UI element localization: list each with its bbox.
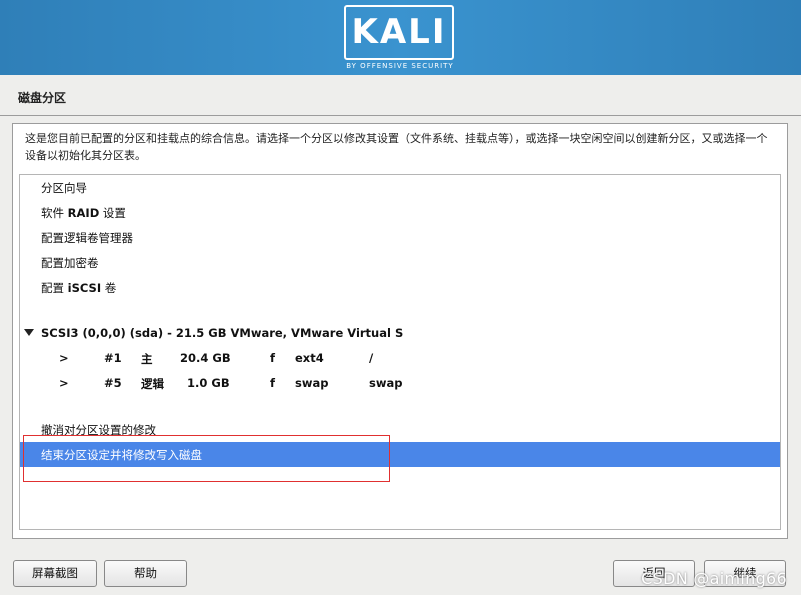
highlight-annotation-box bbox=[23, 435, 390, 482]
installer-panel: 磁盘分区 这是您目前已配置的分区和挂载点的综合信息。请选择一个分区以修改其设置（… bbox=[0, 75, 801, 595]
menu-item-iscsi[interactable]: 配置 iSCSI 卷 bbox=[20, 275, 780, 300]
page-description: 这是您目前已配置的分区和挂载点的综合信息。请选择一个分区以修改其设置（文件系统、… bbox=[25, 132, 768, 162]
partition-arrow: > bbox=[59, 351, 69, 365]
menu-item-partition-wizard[interactable]: 分区向导 bbox=[20, 175, 780, 200]
partition-size: 1.0 GB bbox=[187, 376, 230, 390]
menu-item-label: 配置 iSCSI 卷 bbox=[41, 280, 116, 296]
menu-item-software-raid[interactable]: 软件 RAID 设置 bbox=[20, 200, 780, 225]
divider bbox=[0, 115, 801, 116]
partition-size: 20.4 GB bbox=[180, 351, 231, 365]
label-bold: RAID bbox=[67, 206, 100, 220]
screenshot-button[interactable]: 屏幕截图 bbox=[13, 560, 97, 587]
label-suffix: 设置 bbox=[99, 206, 126, 220]
kali-logo: KALI bbox=[344, 5, 454, 60]
triangle-down-icon[interactable] bbox=[24, 329, 34, 336]
menu-item-lvm[interactable]: 配置逻辑卷管理器 bbox=[20, 225, 780, 250]
partition-arrow: > bbox=[59, 376, 69, 390]
partition-flag: f bbox=[270, 351, 276, 365]
partition-row[interactable]: > #1 主 20.4 GB f ext4 / bbox=[20, 346, 780, 371]
partition-type: 逻辑 bbox=[141, 377, 164, 391]
menu-item-label: 配置逻辑卷管理器 bbox=[41, 231, 133, 245]
disk-row-sda[interactable]: SCSI3 (0,0,0) (sda) - 21.5 GB VMware, VM… bbox=[20, 321, 780, 346]
label-prefix: 配置 bbox=[41, 281, 68, 295]
partition-mount: / bbox=[369, 351, 374, 365]
menu-item-label: 分区向导 bbox=[41, 181, 87, 195]
help-button[interactable]: 帮助 bbox=[104, 560, 187, 587]
label-prefix: 软件 bbox=[41, 206, 68, 220]
partition-flag: f bbox=[270, 376, 276, 390]
partition-mount: swap bbox=[369, 376, 403, 390]
menu-item-encrypted-volumes[interactable]: 配置加密卷 bbox=[20, 250, 780, 275]
partition-row[interactable]: > #5 逻辑 1.0 GB f swap swap bbox=[20, 371, 780, 396]
menu-item-label: 软件 RAID 设置 bbox=[41, 205, 126, 221]
logo-subtitle: BY OFFENSIVE SECURITY bbox=[346, 62, 454, 70]
partition-number: #5 bbox=[104, 376, 122, 390]
partition-fs: swap bbox=[295, 376, 329, 390]
page-title: 磁盘分区 bbox=[18, 91, 67, 105]
partition-fs: ext4 bbox=[295, 351, 324, 365]
kali-banner: KALI BY OFFENSIVE SECURITY bbox=[0, 0, 801, 75]
label-suffix: 卷 bbox=[101, 281, 117, 295]
partition-number: #1 bbox=[104, 351, 122, 365]
disk-label: SCSI3 (0,0,0) (sda) - 21.5 GB VMware, VM… bbox=[41, 326, 404, 340]
logo-text: KALI bbox=[351, 12, 447, 52]
label-bold: iSCSI bbox=[67, 281, 102, 295]
menu-item-label: 配置加密卷 bbox=[41, 256, 99, 270]
csdn-watermark: CSDN @aiming66 bbox=[641, 569, 787, 588]
partition-type: 主 bbox=[141, 352, 153, 366]
